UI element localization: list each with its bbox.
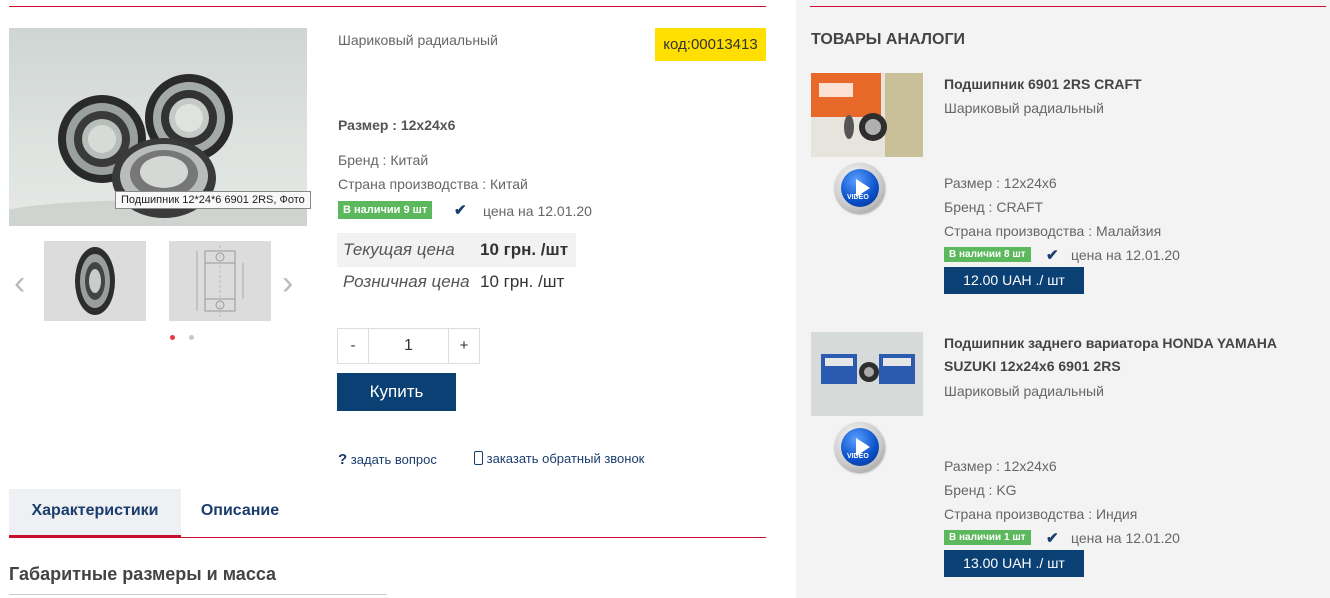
- callback-label: заказать обратный звонок: [486, 451, 645, 466]
- analog-price-button[interactable]: 12.00 UAH ./ шт: [944, 267, 1084, 294]
- stock-badge: В наличии 9 шт: [338, 201, 433, 219]
- analog-stock-badge: В наличии 8 шт: [944, 247, 1031, 262]
- product-code-badge: код:00013413: [655, 28, 766, 61]
- analog-image-1[interactable]: [811, 73, 923, 157]
- check-icon: ✔: [454, 202, 467, 219]
- analog-name[interactable]: Подшипник 6901 2RS CRAFT: [944, 73, 1142, 96]
- ask-question-link[interactable]: ? задать вопрос: [338, 451, 437, 468]
- callback-link[interactable]: заказать обратный звонок: [474, 451, 644, 466]
- video-icon[interactable]: VIDEO: [835, 422, 885, 472]
- video-icon[interactable]: VIDEO: [835, 163, 885, 213]
- current-price-value: 10 грн. /шт: [480, 240, 569, 259]
- analog-subtitle: Шариковый радиальный: [944, 100, 1104, 116]
- analog-name[interactable]: Подшипник заднего вариатора HONDA YAMAHA…: [944, 332, 1277, 378]
- retail-price-value: 10 грн. /шт: [480, 272, 565, 291]
- price-date: цена на 12.01.20: [483, 203, 592, 219]
- gallery-prev-arrow[interactable]: ‹: [14, 266, 25, 300]
- gallery-next-arrow[interactable]: ›: [282, 266, 293, 300]
- analogs-top-divider: [810, 6, 1326, 7]
- retail-price-label: Розничная цена: [343, 272, 470, 291]
- tab-description[interactable]: Описание: [181, 489, 299, 535]
- analog-size: Размер : 12x24x6: [944, 175, 1057, 191]
- video-label: VIDEO: [847, 453, 869, 460]
- analog-brand: Бренд : CRAFT: [944, 199, 1043, 215]
- ask-question-label: задать вопрос: [350, 452, 437, 467]
- gallery-thumbnail-1[interactable]: [44, 241, 146, 321]
- analog-price-date: цена на 12.01.20: [1071, 247, 1180, 263]
- top-divider: [9, 6, 766, 7]
- tab-characteristics[interactable]: Характеристики: [9, 489, 181, 538]
- analog-size: Размер : 12x24x6: [944, 458, 1057, 474]
- product-subtitle: Шариковый радиальный: [338, 32, 498, 48]
- quantity-input[interactable]: 1: [368, 329, 449, 363]
- product-size: Размер : 12x24x6: [338, 117, 456, 133]
- section-title: Габаритные размеры и масса: [9, 564, 277, 584]
- gallery-dot[interactable]: [189, 335, 194, 340]
- product-country: Страна производства : Китай: [338, 176, 528, 192]
- qty-plus-button[interactable]: +: [449, 329, 479, 363]
- analog-price-date: цена на 12.01.20: [1071, 530, 1180, 546]
- tabs-divider: [9, 537, 766, 538]
- analogs-title: ТОВАРЫ АНАЛОГИ: [811, 31, 966, 48]
- video-label: VIDEO: [847, 194, 869, 201]
- analog-price-button[interactable]: 13.00 UAH ./ шт: [944, 550, 1084, 577]
- analog-country: Страна производства : Малайзия: [944, 223, 1162, 239]
- question-icon: ?: [338, 451, 348, 468]
- phone-icon: [474, 451, 483, 465]
- gallery-thumbnail-2[interactable]: [169, 241, 271, 321]
- specs-table-top: [9, 594, 387, 597]
- analog-name-line1: Подшипник заднего вариатора HONDA YAMAHA: [944, 335, 1277, 351]
- analog-subtitle: Шариковый радиальный: [944, 383, 1104, 399]
- analog-image-2[interactable]: [811, 332, 923, 416]
- qty-minus-button[interactable]: -: [338, 329, 368, 363]
- analog-name-line2: SUZUKI 12x24x6 6901 2RS: [944, 358, 1121, 374]
- product-brand: Бренд : Китай: [338, 152, 429, 168]
- quantity-stepper[interactable]: - 1 +: [337, 328, 480, 364]
- image-tooltip: Подшипник 12*24*6 6901 2RS, Фото: [115, 191, 311, 209]
- gallery-dot-active[interactable]: [170, 335, 175, 340]
- buy-button[interactable]: Купить: [337, 373, 456, 411]
- analog-country: Страна производства : Индия: [944, 506, 1138, 522]
- check-icon: ✔: [1046, 530, 1059, 547]
- check-icon: ✔: [1046, 247, 1059, 264]
- analog-stock-badge: В наличии 1 шт: [944, 530, 1031, 545]
- current-price-label: Текущая цена: [343, 240, 455, 259]
- analog-brand: Бренд : KG: [944, 482, 1017, 498]
